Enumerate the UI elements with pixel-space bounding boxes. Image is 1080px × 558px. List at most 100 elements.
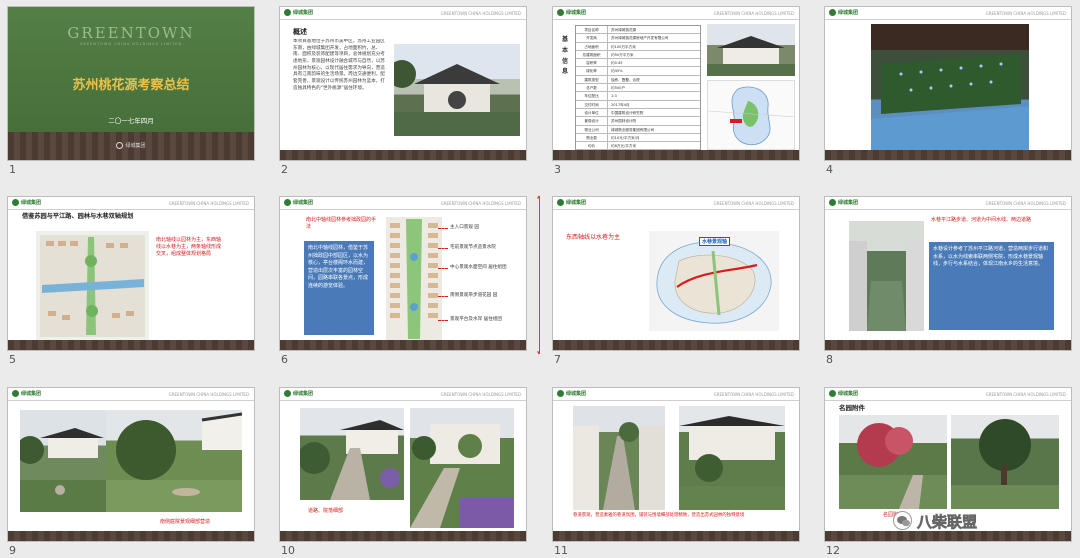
slide-thumbnail-1[interactable]: GREENTOWN GREENTOWN CHINA HOLDINGS LIMIT… — [0, 0, 262, 176]
slide-caption: 道路、院落细部 — [308, 508, 344, 514]
slide-number: 9 — [9, 544, 16, 557]
slide-thumbnail-10[interactable]: 绿城集团 GREENTOWN CHINA HOLDINGS LIMITED 道路、… — [272, 381, 534, 557]
description-box: 南北中轴线园林，借鉴于苏州拙政园中部园区，以水为核心，亭台楼阁环水而建，营造出层… — [304, 241, 374, 335]
slide-number: 2 — [281, 163, 288, 176]
stone-footer — [825, 531, 1071, 541]
slide-header: 绿城集团 GREENTOWN CHINA HOLDINGS LIMITED — [825, 388, 1071, 401]
info-table-row: 设计单位 中国建筑设计研究院 — [576, 108, 700, 118]
footer-logo: 绿城集团 — [8, 142, 254, 149]
slide-number: 5 — [9, 353, 16, 366]
slide-thumbnail-4[interactable]: 绿城集团 GREENTOWN CHINA HOLDINGS LIMITED 4 — [817, 0, 1079, 176]
info-table-key: 设计单位 — [576, 108, 608, 117]
info-table-row: 交付时间 2017年4月 — [576, 100, 700, 109]
info-table-value: 约50万平方米 — [611, 52, 634, 57]
callout-leader-line — [438, 296, 448, 297]
callout-label: 中心景观水面空间 居住组团 — [450, 265, 507, 270]
info-table-row: 容积率 约0.45 — [576, 59, 700, 68]
info-table-value: 约500户 — [611, 86, 626, 91]
slide-heading: 借鉴苏园与平江路、园林与水巷双轴规划 — [22, 213, 134, 220]
info-table-value: 独栋、叠墅、合院 — [611, 77, 640, 82]
slide-header: 绿城集团 GREENTOWN CHINA HOLDINGS LIMITED — [8, 388, 254, 401]
slide-thumbnail-6[interactable]: 绿城集团 GREENTOWN CHINA HOLDINGS LIMITED 南北中… — [272, 190, 534, 366]
site-model-photo — [871, 24, 1029, 150]
title-slide-background: GREENTOWN GREENTOWN CHINA HOLDINGS LIMIT… — [8, 7, 254, 132]
wechat-icon — [893, 511, 912, 530]
project-info-table: 项目名称 苏州绿城桃花源 开发商 苏州绿城桃花源房地产开发有限公司 占地面积 约100万平… — [575, 25, 701, 151]
axis-plan-image — [386, 217, 442, 341]
slide-thumbnail-8[interactable]: 绿城集团 GREENTOWN CHINA HOLDINGS LIMITED 水巷平… — [817, 190, 1079, 366]
info-table-value: 中国建筑设计研究院 — [611, 110, 644, 115]
location-map — [707, 80, 795, 150]
overview-body-text: 本项目基地位于苏州市吴中区，苏州工业园区东南，由绿城集团开发，占地面积约，总、南… — [293, 39, 385, 91]
slide-header: 绿城集团 GREENTOWN CHINA HOLDINGS LIMITED — [825, 7, 1071, 20]
slide-thumbnail-11[interactable]: 绿城集团 GREENTOWN CHINA HOLDINGS LIMITED 巷道景… — [545, 381, 807, 557]
slide-thumbnail-3[interactable]: 绿城集团 GREENTOWN CHINA HOLDINGS LIMITED 基本信… — [545, 0, 807, 176]
canal-title: 水巷平江路步道、河道为中间水线、两边道路 — [931, 217, 1032, 223]
info-table-row: 物业公司 绿城物业服务集团有限公司 — [576, 125, 700, 134]
greentown-logo-icon — [12, 199, 19, 206]
info-table-row: 建筑类型 独栋、叠墅、合院 — [576, 75, 700, 85]
greentown-logo-icon — [829, 9, 836, 16]
stone-footer — [8, 340, 254, 350]
info-table-key: 建筑类型 — [576, 75, 608, 84]
slide-header: 绿城集团 GREENTOWN CHINA HOLDINGS LIMITED — [8, 197, 254, 210]
slide-header: 绿城集团 GREENTOWN CHINA HOLDINGS LIMITED — [280, 7, 526, 20]
callout-item: 主入口景观 园 — [438, 225, 526, 231]
greentown-logo-icon — [284, 199, 291, 206]
callout-item: 中心景观水面空间 居住组团 — [438, 265, 526, 271]
slide-number: 3 — [554, 163, 561, 176]
slide-number: 7 — [554, 353, 561, 366]
axis-note: 南北轴线以园林为主，东西轴线以水巷为主，两条轴线形成交叉，组成整体规划格局 — [156, 237, 222, 257]
watermark-text: 八柴联盟 — [917, 513, 978, 532]
slide-heading: 名园附件 — [839, 404, 865, 412]
slide-number: 12 — [826, 544, 840, 557]
info-table-row: 总建筑面积 约50万平方米 — [576, 50, 700, 60]
slide-number: 6 — [281, 353, 288, 366]
stone-footer — [8, 531, 254, 541]
slide-header: 绿城集团 GREENTOWN CHINA HOLDINGS LIMITED — [825, 197, 1071, 210]
marker-bottom-arrow-icon: ▼ — [537, 350, 541, 355]
callout-leader-line — [438, 268, 448, 269]
slide-thumbnail-9[interactable]: 绿城集团 GREENTOWN CHINA HOLDINGS LIMITED 南侧庭… — [0, 381, 262, 557]
info-table-row: 总户数 约500户 — [576, 84, 700, 93]
stone-footer — [280, 531, 526, 541]
info-table-row: 绿化率 约45% — [576, 67, 700, 76]
slide-thumbnail-2[interactable]: 绿城集团 GREENTOWN CHINA HOLDINGS LIMITED 概述 … — [272, 0, 534, 176]
callout-leader-line — [438, 248, 448, 249]
slide-thumbnail-5[interactable]: 绿城集团 GREENTOWN CHINA HOLDINGS LIMITED 借鉴苏… — [0, 190, 262, 366]
drag-insertion-marker — [539, 196, 540, 354]
greentown-logo-icon — [557, 199, 564, 206]
slide-thumbnail-12[interactable]: 绿城集团 GREENTOWN CHINA HOLDINGS LIMITED 名园附… — [817, 381, 1079, 557]
slide-caption: 巷道景观，营造素雅的巷道氛围，铺装与围墙细部处理精致，营造出苏式园林的独特意境 — [573, 513, 745, 518]
info-table-value: 苏州绿城桃花源房地产开发有限公司 — [611, 36, 669, 41]
alley-photo-right — [679, 406, 785, 510]
slide-header: 绿城集团 GREENTOWN CHINA HOLDINGS LIMITED — [553, 388, 799, 401]
greentown-logo-icon — [557, 390, 564, 397]
stone-footer — [280, 150, 526, 160]
info-table-key: 绿化率 — [576, 67, 608, 75]
tree-photo-left — [839, 415, 947, 509]
info-table-value: 2017年4月 — [611, 102, 630, 107]
slide-caption: 南侧庭院景观细部营造 — [160, 519, 211, 525]
path-photo — [300, 408, 404, 500]
presentation-date: 二〇一七年四月 — [108, 117, 154, 125]
info-table-value: 约45% — [611, 69, 623, 74]
info-table-key: 总户数 — [576, 84, 608, 92]
info-table-row: 物业费 约10元/平方米/月 — [576, 133, 700, 143]
water-lane-plan: 水巷景观轴 — [649, 231, 779, 331]
info-table-key: 物业公司 — [576, 125, 608, 133]
stone-footer — [553, 531, 799, 541]
presentation-title: 苏州桃花源考察总结 — [72, 78, 190, 93]
slide-header: 绿城集团 GREENTOWN CHINA HOLDINGS LIMITED — [280, 197, 526, 210]
stone-footer — [825, 150, 1071, 160]
canal-photo — [849, 221, 924, 331]
slide-thumbnail-7[interactable]: ▲ ▼ 绿城集团 GREENTOWN CHINA HOLDINGS LIMITED… — [537, 190, 807, 366]
water-lane-label: 水巷景观轴 — [699, 237, 731, 246]
info-table-key: 项目名称 — [576, 26, 608, 34]
stone-footer — [553, 150, 799, 160]
info-table-key: 开发商 — [576, 34, 608, 42]
callout-item: 南侧景观带步道花园 园 — [438, 293, 526, 299]
marker-top-arrow-icon: ▲ — [537, 194, 541, 199]
info-table-key: 占地面积 — [576, 42, 608, 50]
slide-header: 绿城集团 GREENTOWN CHINA HOLDINGS LIMITED — [553, 7, 799, 20]
